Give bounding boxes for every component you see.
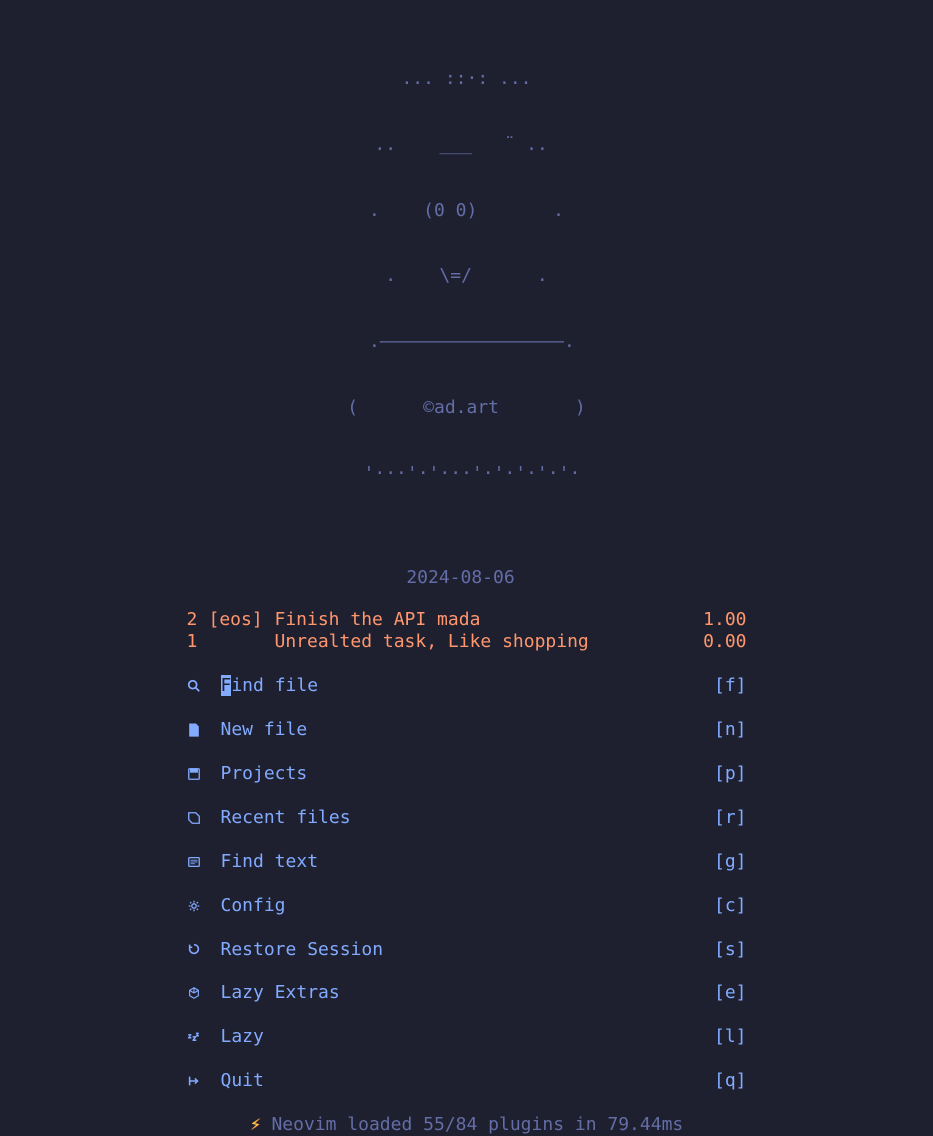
menu-shortcut: [f]: [714, 675, 747, 697]
menu-label: Recent files: [221, 807, 714, 829]
menu-find-text[interactable]: Find text [g]: [187, 851, 747, 873]
svg-text:z: z: [195, 1033, 198, 1039]
task-number: 2: [187, 609, 209, 631]
menu-label: Find file: [221, 675, 714, 697]
menu-label: Restore Session: [221, 939, 714, 961]
menu-recent-files[interactable]: Recent files [r]: [187, 807, 747, 829]
menu-label: New file: [221, 719, 714, 741]
menu-shortcut: [q]: [714, 1070, 747, 1092]
menu-label: Projects: [221, 763, 714, 785]
sleep-icon: zzz: [187, 1030, 221, 1044]
task-score: 1.00: [703, 609, 746, 631]
file-icon: [187, 723, 221, 737]
gear-icon: [187, 899, 221, 913]
menu-shortcut: [p]: [714, 763, 747, 785]
menu-projects[interactable]: Projects [p]: [187, 763, 747, 785]
menu-shortcut: [c]: [714, 895, 747, 917]
menu-config[interactable]: Config [c]: [187, 895, 747, 917]
ascii-logo: ... ::·: ... .. ___ ¨ .. . (0 0) . . \=/…: [0, 24, 933, 529]
menu-new-file[interactable]: New file [n]: [187, 719, 747, 741]
load-status: Neovim loaded 55/84 plugins in 79.44ms: [271, 1114, 683, 1135]
menu-shortcut: [e]: [714, 982, 747, 1004]
cube-icon: [187, 986, 221, 1000]
text-icon: [187, 855, 221, 869]
exit-icon: [187, 1074, 221, 1088]
bolt-icon: ⚡: [250, 1114, 261, 1135]
menu-label: Quit: [221, 1070, 714, 1092]
dashboard-menu: Find file [f] New file [n] Projects [p]: [187, 675, 747, 1093]
menu-shortcut: [r]: [714, 807, 747, 829]
menu-lazy-extras[interactable]: Lazy Extras [e]: [187, 982, 747, 1004]
search-icon: [187, 679, 221, 693]
restore-icon: [187, 942, 221, 956]
task-description: Finish the API mada: [275, 609, 704, 631]
task-row: 2 [eos] Finish the API mada 1.00: [187, 609, 747, 631]
task-list: 2 [eos] Finish the API mada 1.00 1 Unrea…: [187, 609, 747, 653]
menu-shortcut: [g]: [714, 851, 747, 873]
menu-restore-session[interactable]: Restore Session [s]: [187, 939, 747, 961]
date-label: 2024-08-06: [0, 567, 933, 589]
task-row: 1 Unrealted task, Like shopping 0.00: [187, 631, 747, 653]
task-tag: [209, 631, 275, 653]
task-description: Unrealted task, Like shopping: [275, 631, 704, 653]
menu-quit[interactable]: Quit [q]: [187, 1070, 747, 1092]
menu-find-file[interactable]: Find file [f]: [187, 675, 747, 697]
task-number: 1: [187, 631, 209, 653]
task-tag: [eos]: [209, 609, 275, 631]
menu-label: Find text: [221, 851, 714, 873]
menu-lazy[interactable]: zzz Lazy [l]: [187, 1026, 747, 1048]
menu-shortcut: [n]: [714, 719, 747, 741]
footer-status: ⚡ Neovim loaded 55/84 plugins in 79.44ms: [187, 1114, 747, 1136]
menu-label: Lazy Extras: [221, 982, 714, 1004]
menu-label: Config: [221, 895, 714, 917]
menu-shortcut: [s]: [714, 939, 747, 961]
menu-shortcut: [l]: [714, 1026, 747, 1048]
task-score: 0.00: [703, 631, 746, 653]
menu-label: Lazy: [221, 1026, 714, 1048]
recent-icon: [187, 811, 221, 825]
svg-text:z: z: [187, 1033, 191, 1040]
save-icon: [187, 767, 221, 781]
